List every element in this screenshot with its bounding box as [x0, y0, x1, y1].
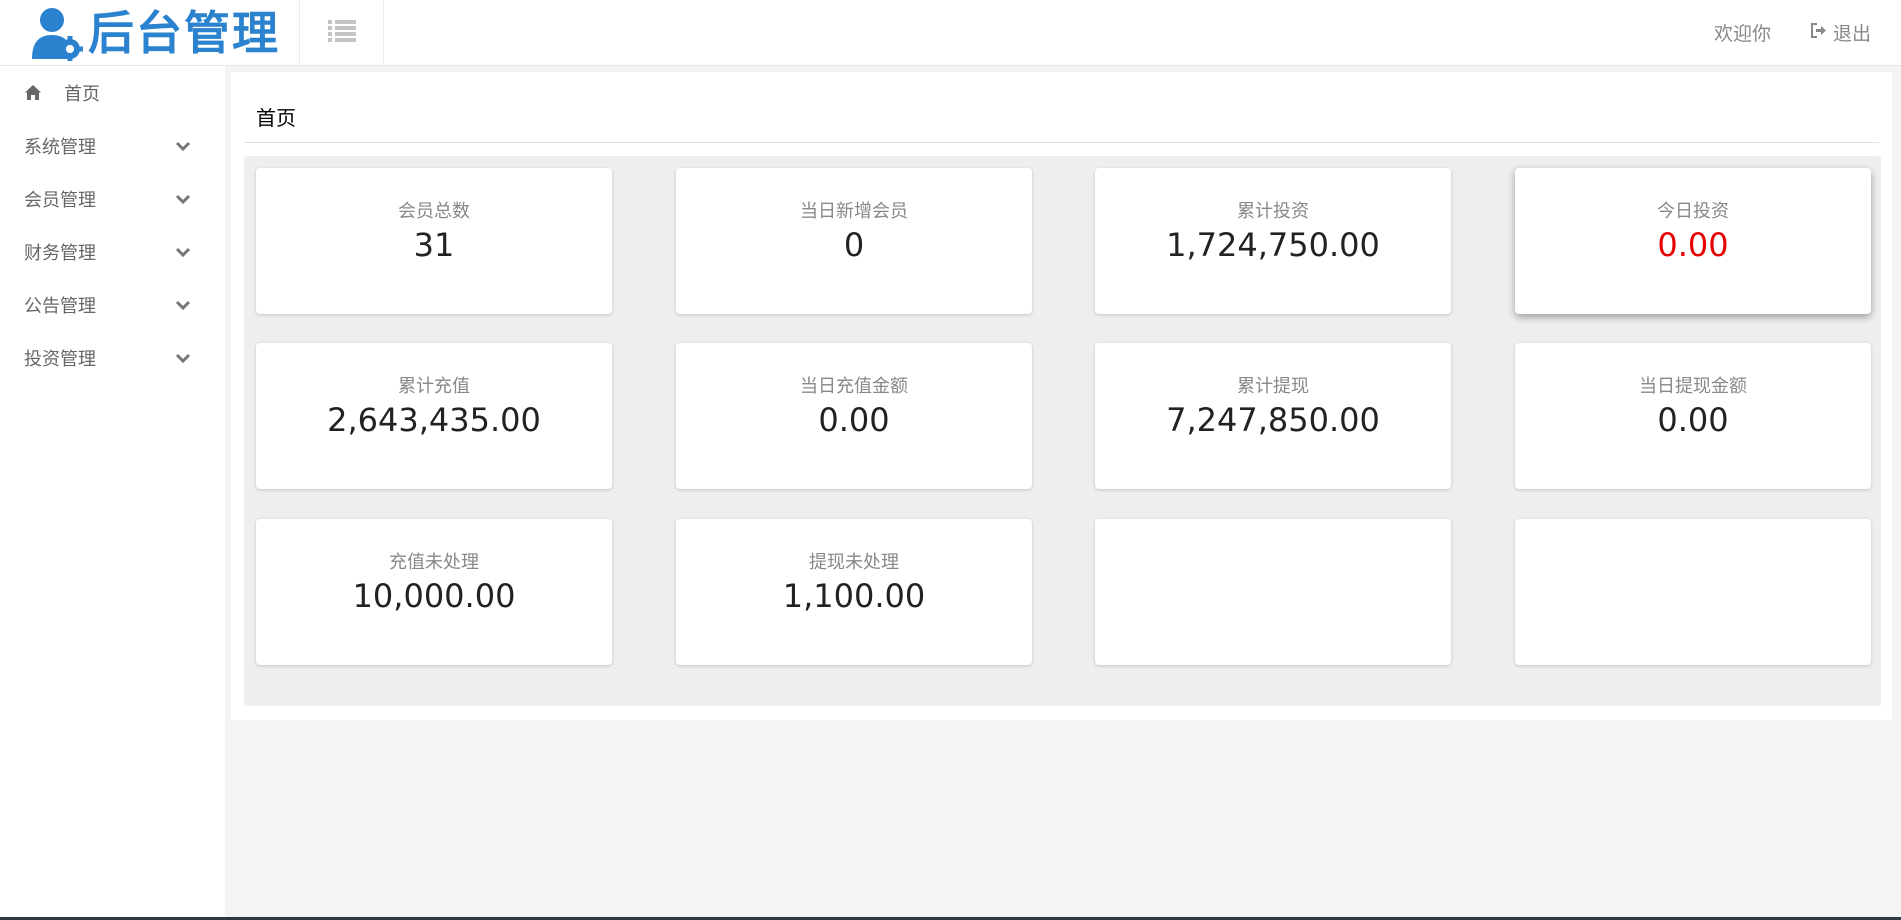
stat-value: 0.00	[1657, 226, 1729, 264]
sidebar-item-label: 投资管理	[24, 348, 96, 370]
stats-grid: 会员总数 31 当日新增会员 0 累计投资 1,724,750.00 今日投资 …	[244, 156, 1881, 706]
stat-label: 累计充值	[398, 376, 470, 397]
stat-card-total-investment: 累计投资 1,724,750.00	[1095, 168, 1451, 314]
list-icon	[327, 20, 356, 46]
stat-card-investment-today: 今日投资 0.00	[1515, 168, 1871, 314]
top-header: 后台管理 欢迎你 退出	[0, 0, 1901, 66]
sidebar-item-label: 系统管理	[24, 136, 96, 158]
stat-label: 提现未处理	[809, 552, 899, 573]
stat-value: 1,100.00	[782, 577, 926, 615]
sidebar-item-members[interactable]: 会员管理	[0, 172, 225, 225]
stat-value: 2,643,435.00	[327, 401, 541, 439]
stat-card-withdrawal-today: 当日提现金额 0.00	[1515, 343, 1871, 489]
stat-card-new-members-today: 当日新增会员 0	[676, 168, 1032, 314]
stat-value: 31	[413, 226, 455, 264]
stat-card-pending-withdrawal: 提现未处理 1,100.00	[676, 519, 1032, 665]
sidebar-item-announcements[interactable]: 公告管理	[0, 278, 225, 331]
logo[interactable]: 后台管理	[30, 2, 280, 64]
stat-value: 1,724,750.00	[1166, 226, 1380, 264]
stat-card-recharge-today: 当日充值金额 0.00	[676, 343, 1032, 489]
stat-label: 当日充值金额	[800, 376, 908, 397]
sidebar-item-home[interactable]: 首页	[0, 66, 225, 119]
title-divider	[244, 142, 1879, 143]
sidebar-item-label: 会员管理	[24, 189, 96, 211]
stat-card-total-withdrawal: 累计提现 7,247,850.00	[1095, 343, 1451, 489]
sidebar-item-label: 公告管理	[24, 295, 96, 317]
main-content: 首页 会员总数 31 当日新增会员 0 累计投资 1,724,750.00 今日…	[231, 72, 1892, 720]
menu-toggle-button[interactable]	[300, 0, 384, 66]
home-icon	[24, 84, 42, 102]
stat-label: 累计提现	[1237, 376, 1309, 397]
stat-card-total-recharge: 累计充值 2,643,435.00	[256, 343, 612, 489]
chevron-down-icon	[175, 297, 191, 313]
stat-label: 今日投资	[1657, 201, 1729, 222]
chevron-down-icon	[175, 244, 191, 260]
stat-card-pending-recharge: 充值未处理 10,000.00	[256, 519, 612, 665]
stat-value: 10,000.00	[352, 577, 516, 615]
stat-label: 当日提现金额	[1639, 376, 1747, 397]
stat-label: 当日新增会员	[800, 201, 908, 222]
stat-card-empty	[1515, 519, 1871, 665]
sidebar-item-investments[interactable]: 投资管理	[0, 331, 225, 384]
chevron-down-icon	[175, 350, 191, 366]
stat-value: 0.00	[818, 401, 890, 439]
admin-user-gear-icon	[30, 5, 84, 62]
sidebar-item-label: 首页	[64, 83, 100, 105]
sign-out-icon	[1810, 21, 1827, 43]
logout-label: 退出	[1832, 22, 1871, 45]
chevron-down-icon	[175, 138, 191, 154]
chevron-down-icon	[175, 191, 191, 207]
stat-value: 7,247,850.00	[1166, 401, 1380, 439]
sidebar: 首页 系统管理 会员管理 财务管理 公告管理 投资管理	[0, 66, 225, 920]
welcome-text: 欢迎你	[1713, 22, 1771, 45]
sidebar-item-system[interactable]: 系统管理	[0, 119, 225, 172]
header-right: 欢迎你 退出	[1714, 0, 1871, 64]
stat-card-empty	[1095, 519, 1451, 665]
logout-button[interactable]: 退出	[1810, 19, 1871, 46]
stat-card-total-members: 会员总数 31	[256, 168, 612, 314]
sidebar-item-finance[interactable]: 财务管理	[0, 225, 225, 278]
stat-label: 充值未处理	[389, 552, 479, 573]
stat-label: 会员总数	[398, 201, 470, 222]
stat-value: 0	[843, 226, 865, 264]
sidebar-item-label: 财务管理	[24, 242, 96, 264]
stat-value: 0.00	[1657, 401, 1729, 439]
logo-text: 后台管理	[88, 6, 280, 60]
page-title: 首页	[256, 106, 296, 130]
stat-label: 累计投资	[1237, 201, 1309, 222]
